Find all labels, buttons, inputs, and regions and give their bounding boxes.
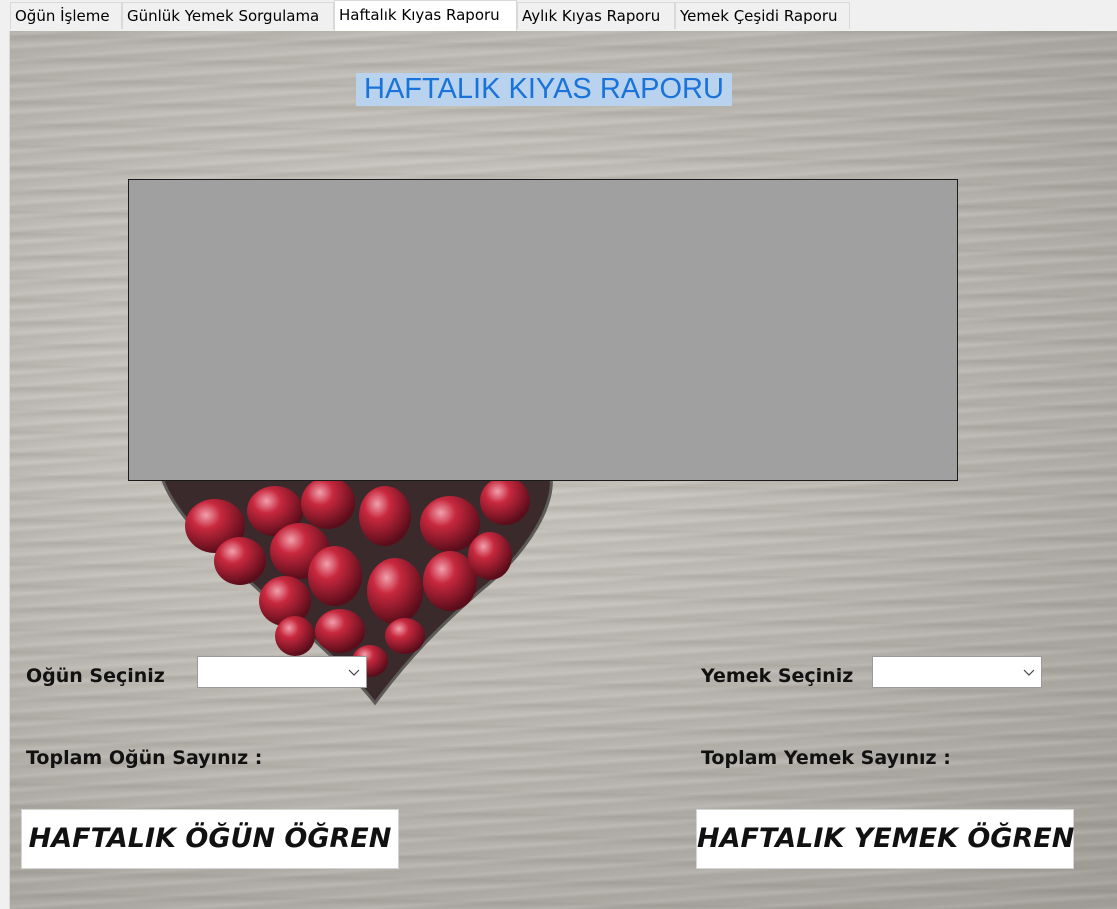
yemek-total-label: Toplam Yemek Sayınız :: [701, 747, 951, 769]
tab-page-haftalik-kiyas: HAFTALIK KIYAS RAPORU Oğün Seçiniz Topla…: [10, 31, 1117, 909]
chevron-down-icon: [348, 669, 360, 676]
ogun-total-label: Toplam Oğün Sayınız :: [26, 747, 263, 769]
report-panel: [128, 179, 958, 481]
yemek-select-label: Yemek Seçiniz: [701, 665, 854, 687]
window-left-edge: [0, 31, 10, 909]
tab-haftalik-kiyas-raporu[interactable]: Haftalık Kıyas Raporu: [334, 0, 517, 31]
haftalik-yemek-ogren-button[interactable]: HAFTALIK YEMEK ÖĞREN: [696, 809, 1074, 869]
tab-yemek-cesidi-raporu[interactable]: Yemek Çeşidi Raporu: [675, 2, 850, 29]
ogun-select-dropdown[interactable]: [197, 656, 367, 688]
page-title: HAFTALIK KIYAS RAPORU: [356, 73, 732, 106]
tab-strip: Oğün İşleme Günlük Yemek Sorgulama Hafta…: [0, 0, 1117, 31]
yemek-select-dropdown[interactable]: [872, 656, 1042, 688]
tab-gunluk-yemek-sorgulama[interactable]: Günlük Yemek Sorgulama: [122, 2, 334, 29]
chevron-down-icon: [1023, 669, 1035, 676]
tab-ogun-isleme[interactable]: Oğün İşleme: [10, 2, 122, 29]
tab-aylik-kiyas-raporu[interactable]: Aylık Kıyas Raporu: [517, 2, 675, 29]
ogun-select-label: Oğün Seçiniz: [26, 665, 165, 687]
haftalik-ogun-ogren-button[interactable]: HAFTALIK ÖĞÜN ÖĞREN: [21, 809, 399, 869]
